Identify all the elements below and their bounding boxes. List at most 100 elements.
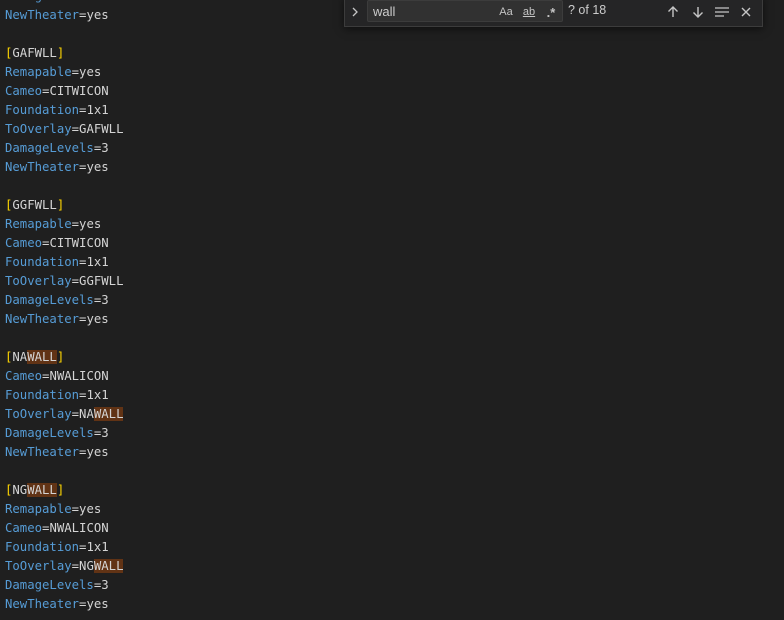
- find-widget: Aa ab .* ? of 18: [344, 0, 763, 27]
- toggle-replace-button[interactable]: [346, 0, 364, 24]
- key-token: NewTheater: [5, 312, 80, 326]
- value-token: 3: [101, 141, 109, 155]
- value-token: yes: [79, 65, 102, 79]
- equals-token: =: [71, 559, 80, 573]
- section-name-token: GGFWLL: [12, 198, 57, 212]
- search-match-highlight: WALL: [93, 407, 124, 421]
- code-line: NewTheater=yes: [5, 158, 109, 177]
- code-line: Foundation=1x1: [5, 253, 109, 272]
- key-token: Foundation: [5, 103, 80, 117]
- value-token: GGFWLL: [79, 274, 124, 288]
- equals-token: =: [71, 217, 80, 231]
- regex-button[interactable]: .*: [541, 3, 561, 21]
- arrow-up-icon: [668, 6, 678, 17]
- find-in-selection-button[interactable]: [712, 2, 732, 22]
- value-token: CITWICON: [49, 84, 109, 98]
- code-line: Remapable=yes: [5, 63, 101, 82]
- key-token: DamageLevels: [5, 426, 94, 440]
- code-line: [GGFWLL]: [5, 196, 64, 215]
- bracket-token: ]: [56, 46, 65, 60]
- code-line: DamageLevels=3: [5, 291, 109, 310]
- key-token: ToOverlay: [5, 122, 72, 136]
- section-name-token: NG: [12, 483, 28, 497]
- equals-token: =: [71, 122, 80, 136]
- code-line: ToOverlay=NAWALL: [5, 405, 124, 424]
- value-token: 3: [101, 426, 109, 440]
- bracket-token: ]: [56, 198, 65, 212]
- code-line: [NAWALL]: [5, 348, 64, 367]
- code-line: Foundation=1x1: [5, 101, 109, 120]
- value-token: yes: [86, 312, 109, 326]
- key-token: DamageLevels: [5, 578, 94, 592]
- search-match-highlight: WALL: [93, 559, 124, 573]
- find-input-box: Aa ab .*: [367, 0, 563, 22]
- key-token: DamageLevels: [5, 293, 94, 307]
- value-token: NWALICON: [49, 369, 109, 383]
- key-token: DamageLevels: [5, 141, 94, 155]
- code-line: NewTheater=yes: [5, 443, 109, 462]
- value-token: 1x1: [86, 103, 109, 117]
- whole-word-label: ab: [522, 6, 536, 18]
- key-token: NewTheater: [5, 8, 80, 22]
- key-token: Cameo: [5, 84, 43, 98]
- find-input[interactable]: [373, 2, 493, 20]
- code-line: NewTheater=yes: [5, 6, 109, 25]
- code-line: Foundation=1x1: [5, 538, 109, 557]
- value-token: 3: [101, 578, 109, 592]
- next-match-button[interactable]: [688, 2, 708, 22]
- code-line: NewTheater=yes: [5, 310, 109, 329]
- value-token: yes: [86, 597, 109, 611]
- value-token: yes: [86, 160, 109, 174]
- equals-token: =: [71, 502, 80, 516]
- lines-icon: [715, 7, 729, 17]
- key-token: ToOverlay: [5, 407, 72, 421]
- value-token: NG: [79, 559, 94, 573]
- search-match-highlight: WALL: [27, 350, 57, 364]
- code-line: DamageLevels=3: [5, 576, 109, 595]
- value-token: 1x1: [86, 255, 109, 269]
- code-line: Remapable=yes: [5, 500, 101, 519]
- value-token: yes: [86, 8, 109, 22]
- match-case-button[interactable]: Aa: [496, 3, 516, 21]
- code-line: ToOverlay=GAFWLL: [5, 120, 123, 139]
- search-match-highlight: WALL: [27, 483, 57, 497]
- value-token: NA: [79, 407, 94, 421]
- key-token: Cameo: [5, 369, 43, 383]
- bracket-token: ]: [56, 483, 65, 497]
- code-line: Cameo=NWALICON: [5, 519, 109, 538]
- key-token: Foundation: [5, 388, 80, 402]
- key-token: DamageLevels: [5, 0, 94, 3]
- code-line: DamageLevels=3: [5, 139, 109, 158]
- key-token: Foundation: [5, 255, 80, 269]
- previous-match-button[interactable]: [663, 2, 683, 22]
- value-token: yes: [79, 217, 102, 231]
- section-name-token: NA: [12, 350, 28, 364]
- code-line: ToOverlay=GGFWLL: [5, 272, 123, 291]
- equals-token: =: [71, 274, 80, 288]
- section-name-token: GAFWLL: [12, 46, 57, 60]
- key-token: Remapable: [5, 65, 72, 79]
- key-token: NewTheater: [5, 597, 80, 611]
- key-token: Cameo: [5, 521, 43, 535]
- value-token: yes: [79, 502, 102, 516]
- code-line: Cameo=CITWICON: [5, 82, 109, 101]
- key-token: NewTheater: [5, 445, 80, 459]
- value-token: 3: [101, 293, 109, 307]
- value-token: GAFWLL: [79, 122, 124, 136]
- code-line: Cameo=CITWICON: [5, 234, 109, 253]
- match-count: ? of 18: [568, 3, 607, 17]
- code-editor[interactable]: DamageLevels=3NewTheater=yes[GAFWLL]Rema…: [0, 0, 784, 620]
- whole-word-button[interactable]: ab: [519, 3, 539, 21]
- equals-token: =: [71, 407, 80, 421]
- key-token: NewTheater: [5, 160, 80, 174]
- close-find-button[interactable]: [736, 2, 756, 22]
- code-line: Cameo=NWALICON: [5, 367, 109, 386]
- value-token: 1x1: [86, 388, 109, 402]
- key-token: Remapable: [5, 217, 72, 231]
- arrow-down-icon: [693, 7, 703, 18]
- equals-token: =: [71, 65, 80, 79]
- value-token: NWALICON: [49, 521, 109, 535]
- code-line: [NGWALL]: [5, 481, 64, 500]
- close-icon: [741, 7, 751, 17]
- code-line: DamageLevels=3: [5, 424, 109, 443]
